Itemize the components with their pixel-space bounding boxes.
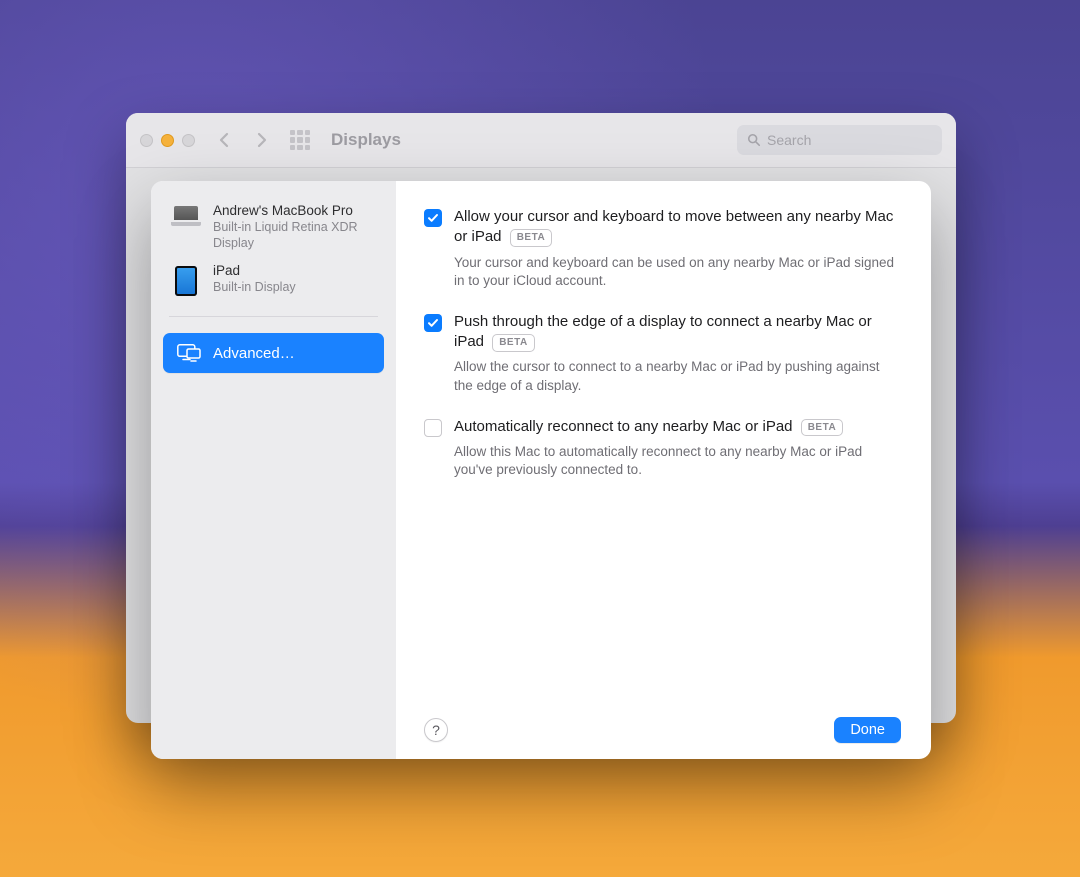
- close-window-button[interactable]: [140, 134, 153, 147]
- checkmark-icon: [427, 212, 439, 224]
- beta-badge: BETA: [510, 229, 552, 247]
- sidebar-item-macbook[interactable]: Andrew's MacBook Pro Built-in Liquid Ret…: [151, 197, 396, 257]
- checkbox-push-through[interactable]: [424, 314, 442, 332]
- search-placeholder: Search: [767, 132, 811, 148]
- desktop-wallpaper: Displays Search Andrew's MacBook Pro Bui…: [0, 0, 1080, 877]
- advanced-sheet: Andrew's MacBook Pro Built-in Liquid Ret…: [151, 181, 931, 759]
- option-label: Automatically reconnect to any nearby Ma…: [454, 417, 901, 437]
- help-button[interactable]: ?: [424, 718, 448, 742]
- beta-badge: BETA: [492, 334, 534, 352]
- sidebar-item-advanced[interactable]: Advanced…: [163, 333, 384, 373]
- checkbox-auto-reconnect[interactable]: [424, 419, 442, 437]
- sidebar: Andrew's MacBook Pro Built-in Liquid Ret…: [151, 181, 396, 759]
- sidebar-divider: [169, 316, 378, 317]
- sidebar-item-ipad[interactable]: iPad Built-in Display: [151, 257, 396, 302]
- sidebar-item-sub: Built-in Liquid Retina XDR Display: [213, 220, 380, 251]
- sheet-footer: ? Done: [424, 709, 901, 743]
- show-all-button[interactable]: [287, 127, 313, 153]
- displays-icon: [177, 344, 201, 362]
- grid-icon: [290, 130, 310, 150]
- option-push-through-edge: Push through the edge of a display to co…: [424, 312, 901, 395]
- ipad-icon: [171, 266, 201, 296]
- window-controls: [140, 134, 195, 147]
- sidebar-item-label: Andrew's MacBook Pro: [213, 203, 380, 220]
- option-label: Allow your cursor and keyboard to move b…: [454, 207, 901, 248]
- titlebar: Displays Search: [126, 113, 956, 168]
- search-input[interactable]: Search: [737, 125, 942, 155]
- checkbox-universal-control[interactable]: [424, 209, 442, 227]
- sidebar-item-label: Advanced…: [213, 345, 295, 362]
- content-pane: Allow your cursor and keyboard to move b…: [396, 181, 931, 759]
- option-label: Push through the edge of a display to co…: [454, 312, 901, 353]
- minimize-window-button[interactable]: [161, 134, 174, 147]
- sidebar-item-sub: Built-in Display: [213, 280, 296, 296]
- option-universal-control: Allow your cursor and keyboard to move b…: [424, 207, 901, 290]
- zoom-window-button[interactable]: [182, 134, 195, 147]
- back-button[interactable]: [211, 127, 237, 153]
- done-button[interactable]: Done: [834, 717, 901, 743]
- option-description: Allow this Mac to automatically reconnec…: [454, 443, 901, 479]
- option-description: Allow the cursor to connect to a nearby …: [454, 358, 901, 394]
- beta-badge: BETA: [801, 419, 843, 437]
- sidebar-item-label: iPad: [213, 263, 296, 280]
- option-auto-reconnect: Automatically reconnect to any nearby Ma…: [424, 417, 901, 480]
- option-description: Your cursor and keyboard can be used on …: [454, 254, 901, 290]
- forward-button[interactable]: [249, 127, 275, 153]
- window-title: Displays: [331, 130, 401, 150]
- search-icon: [747, 133, 761, 147]
- macbook-icon: [171, 206, 201, 226]
- checkmark-icon: [427, 317, 439, 329]
